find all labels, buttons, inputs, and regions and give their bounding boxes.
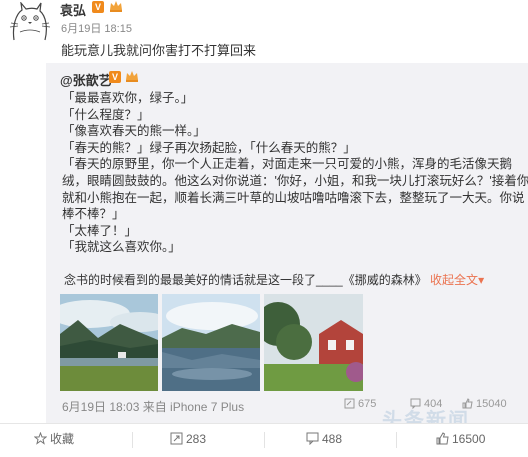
original-repost-count[interactable]: 675 — [344, 398, 376, 410]
red-barn-photo[interactable] — [264, 294, 363, 391]
collapse-text-link[interactable]: 收起全文▾ — [430, 273, 484, 287]
vip-crown-icon — [125, 70, 139, 85]
repost-count-label: 675 — [358, 398, 377, 410]
repost-icon — [170, 432, 183, 445]
original-caption: 念书的时候看到的最最美好的情话就是这一段了____《挪威的森林》 收起全文▾ — [64, 271, 484, 288]
post-text: 能玩意儿我就问你害打不打算回来 — [61, 43, 257, 58]
like-button[interactable]: 16500 — [436, 424, 485, 457]
comment-count: 488 — [322, 432, 343, 446]
text-line: 绒，眼睛圆鼓鼓的。他这么对你说道：'你好，小姐，和我一块儿打滚玩好么？'接着你 — [62, 173, 528, 188]
divider — [264, 432, 265, 448]
favorite-label: 收藏 — [50, 432, 75, 446]
original-text: 「最最喜欢你，绿子。」 「什么程度？」 「像喜欢春天的熊一样。」 「春天的熊？」… — [62, 90, 528, 256]
repost-icon — [344, 398, 355, 409]
text-line: 「我就这么喜欢你。」 — [62, 240, 181, 255]
thumbs-up-icon — [436, 432, 449, 445]
post-timestamp[interactable]: 6月19日 18:15 — [61, 20, 132, 36]
weibo-post: 袁弘 V 6月19日 18:15 能玩意儿我就问你害打不打算回来 @张歆艺 V … — [0, 0, 528, 457]
author-name[interactable]: 袁弘 — [60, 0, 86, 19]
vip-crown-icon — [109, 0, 123, 13]
lake-mountain-photo[interactable] — [60, 294, 158, 391]
text-line: 就和小熊抱在一起，顺着长满三叶草的山坡咕噜咕噜滚下去，整整玩了一大天。你说 — [62, 190, 525, 205]
author-avatar[interactable] — [8, 0, 52, 42]
text-line: 「什么程度？」 — [62, 107, 150, 122]
star-icon — [34, 432, 47, 445]
repost-button[interactable]: 283 — [170, 424, 206, 457]
divider — [396, 432, 397, 448]
verified-badge-icon: V — [109, 71, 121, 83]
original-author-link[interactable]: @张歆艺 — [60, 70, 112, 89]
text-line: 棒不棒？」 — [62, 207, 125, 222]
repost-count: 283 — [186, 432, 207, 446]
caption-text: 念书的时候看到的最最美好的情话就是这一段了____《挪威的森林》 — [64, 273, 427, 287]
original-meta[interactable]: 6月19日 18:03 来自 iPhone 7 Plus — [62, 398, 244, 415]
collapse-label: 收起全文 — [430, 273, 479, 287]
text-line: 「最最喜欢你，绿子。」 — [62, 91, 194, 105]
comment-button[interactable]: 488 — [306, 424, 342, 457]
like-count: 16500 — [452, 432, 486, 446]
like-count-label: 15040 — [476, 398, 507, 410]
chevron-down-icon: ▾ — [478, 273, 485, 287]
lake-reflection-photo[interactable] — [162, 294, 260, 391]
totoro-sketch-icon — [9, 0, 51, 41]
action-bar: 收藏 283 488 16500 — [0, 423, 528, 457]
verified-badge-icon: V — [92, 1, 104, 13]
text-line: 「太棒了！」 — [62, 223, 138, 238]
text-line: 「春天的原野里，你一个人正走着，对面走来一只可爱的小熊，浑身的毛活像天鹅 — [62, 157, 513, 172]
favorite-button[interactable]: 收藏 — [34, 424, 74, 457]
comment-icon — [306, 432, 319, 445]
divider — [132, 432, 133, 448]
text-line: 「像喜欢春天的熊一样。」 — [62, 124, 206, 139]
text-line: 「春天的熊？」绿子再次扬起脸，「什么春天的熊？」 — [62, 140, 356, 155]
